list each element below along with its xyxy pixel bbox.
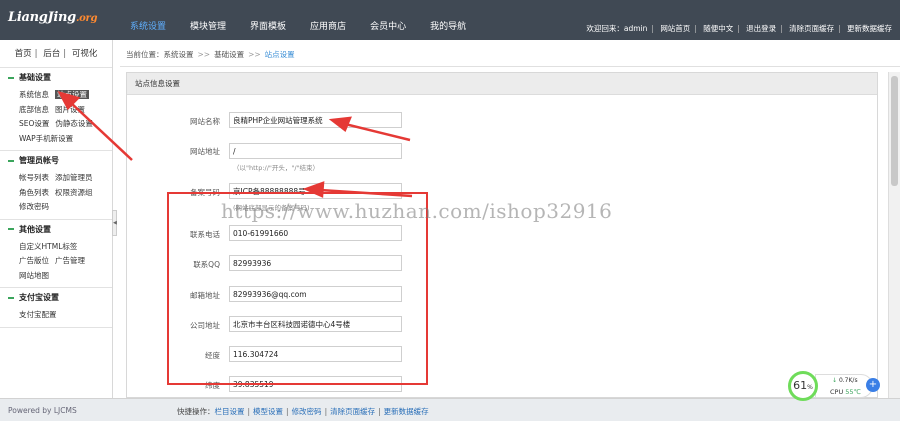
scrollbar[interactable]	[888, 72, 900, 398]
powered-by: Powered by LJCMS	[8, 406, 77, 415]
sidebar-item-image-settings[interactable]: 图片设置	[55, 105, 85, 114]
link-update-data-cache[interactable]: 更新数据缓存	[847, 24, 892, 33]
logo[interactable]: LiangJing.org	[8, 10, 98, 25]
icp-hint: (网站底部显示的备案号码)	[233, 204, 310, 212]
qq-input[interactable]	[229, 255, 402, 271]
nav-tab-member-center[interactable]: 会员中心	[358, 0, 418, 40]
breadcrumb-item[interactable]: 基础设置	[214, 50, 244, 59]
email-label: 邮箱地址	[190, 291, 220, 300]
sidebar-item-system-info[interactable]: 系统信息	[19, 90, 49, 99]
network-speed: ↓ 0.7K/s	[832, 377, 858, 384]
sidebar-group-admin: 管理员帐号 帐号列表 添加管理员 角色列表 权限资源组 修改密码	[0, 151, 112, 220]
system-monitor-widget[interactable]: ↓ 0.7K/s CPU 55℃ 61% +	[788, 371, 884, 401]
monitor-panel: ↓ 0.7K/s CPU 55℃	[815, 374, 873, 398]
qq-label: 联系QQ	[193, 260, 220, 269]
nav-tab-my-nav[interactable]: 我的导航	[418, 0, 478, 40]
sidebar-collapse-handle[interactable]: ◀	[112, 210, 117, 236]
quick-link-backend[interactable]: 后台	[43, 49, 60, 59]
boost-plus-icon[interactable]: +	[866, 378, 880, 392]
sidebar-item-footer-info[interactable]: 底部信息	[19, 105, 49, 114]
site-name-input[interactable]	[229, 112, 402, 128]
breadcrumb-current: 站点设置	[264, 50, 295, 59]
sidebar-item-ad-manage[interactable]: 广告管理	[55, 256, 85, 265]
sidebar-item-permission-groups[interactable]: 权限资源组	[55, 188, 93, 197]
sidebar-item-account-list[interactable]: 帐号列表	[19, 173, 49, 182]
scrollbar-thumb[interactable]	[891, 76, 898, 186]
link-language[interactable]: 随便中文	[703, 24, 733, 33]
breadcrumb-item[interactable]: 系统设置	[164, 50, 194, 59]
sidebar-item-role-list[interactable]: 角色列表	[19, 188, 49, 197]
email-input[interactable]	[229, 286, 402, 302]
footer-op-clear-page-cache[interactable]: 清除页面缓存	[330, 407, 375, 416]
footer-op-model-settings[interactable]: 模型设置	[253, 407, 283, 416]
sidebar-item-seo[interactable]: SEO设置	[19, 119, 49, 128]
collapse-icon	[8, 296, 14, 299]
cpu-temperature: CPU 55℃	[830, 388, 861, 396]
sidebar-item-add-admin[interactable]: 添加管理员	[55, 173, 93, 182]
link-site-home[interactable]: 网站首页	[660, 24, 690, 33]
longitude-input[interactable]	[229, 346, 402, 362]
download-arrow-icon: ↓	[832, 377, 838, 384]
phone-input[interactable]	[229, 225, 402, 241]
sidebar-item-alipay-config[interactable]: 支付宝配置	[19, 310, 57, 319]
nav-tab-app-store[interactable]: 应用商店	[298, 0, 358, 40]
welcome-text: 欢迎回来：admin	[586, 24, 648, 33]
longitude-label: 经度	[205, 351, 220, 360]
sidebar-item-custom-html[interactable]: 自定义HTML标签	[19, 242, 77, 251]
cpu-usage-ring: 61%	[788, 371, 818, 401]
main-nav: 系统设置 模块管理 界面模板 应用商店 会员中心 我的导航	[118, 0, 478, 40]
collapse-icon	[8, 76, 14, 79]
quick-link-visual[interactable]: 可视化	[72, 49, 98, 59]
sidebar-item-site-settings[interactable]: 站点设置	[55, 90, 89, 99]
collapse-icon	[8, 228, 14, 230]
site-name-label: 网站名称	[190, 117, 220, 126]
footer-quick-ops: 快捷操作：栏目设置 | 模型设置 | 修改密码 | 清除页面缓存 | 更新数据缓存	[177, 407, 429, 416]
sidebar-item-rewrite[interactable]: 伪静态设置	[55, 119, 93, 128]
link-logout[interactable]: 退出登录	[746, 24, 776, 33]
top-bar: LiangJing.org 系统设置 模块管理 界面模板 应用商店 会员中心 我…	[0, 0, 900, 40]
nav-tab-modules[interactable]: 模块管理	[178, 0, 238, 40]
sidebar: 首页 | 后台 | 可视化 基础设置 系统信息 站点设置 底部信息 图片设置 SEO设置…	[0, 40, 113, 398]
site-url-input[interactable]	[229, 143, 402, 159]
sidebar-group-title[interactable]: 基础设置	[0, 68, 112, 88]
icp-input[interactable]	[229, 183, 402, 199]
sidebar-group-basic: 基础设置 系统信息 站点设置 底部信息 图片设置 SEO设置 伪静态设置 WAP手机新…	[0, 68, 112, 151]
phone-label: 联系电话	[190, 230, 220, 239]
panel-title: 站点信息设置	[127, 73, 877, 95]
footer-op-update-data-cache[interactable]: 更新数据缓存	[384, 407, 429, 416]
address-input[interactable]	[229, 316, 402, 332]
footer-op-change-password[interactable]: 修改密码	[292, 407, 322, 416]
top-links: 欢迎回来：admin | 网站首页 | 随便中文 | 退出登录 | 清除页面缓存 | 更新…	[586, 24, 892, 33]
nav-tab-system-settings[interactable]: 系统设置	[118, 0, 178, 40]
sidebar-item-change-password[interactable]: 修改密码	[19, 202, 49, 211]
sidebar-item-sitemap[interactable]: 网站地图	[19, 271, 49, 280]
sidebar-item-wap[interactable]: WAP手机新设置	[19, 134, 73, 143]
latitude-label: 纬度	[205, 381, 220, 390]
collapse-icon	[8, 159, 14, 162]
footer-op-column-settings[interactable]: 栏目设置	[215, 407, 245, 416]
sidebar-group-title[interactable]: 支付宝设置	[0, 288, 112, 308]
footer: Powered by LJCMS 快捷操作：栏目设置 | 模型设置 | 修改密码 | 清除页…	[0, 398, 900, 421]
nav-tab-templates[interactable]: 界面模板	[238, 0, 298, 40]
breadcrumb: 当前位置：系统设置 >> 基础设置 >> 站点设置	[126, 50, 295, 59]
sidebar-group-title[interactable]: 其他设置	[0, 220, 112, 240]
sidebar-group-other: 其他设置 自定义HTML标签 广告版位 广告管理 网站地图	[0, 220, 112, 288]
sidebar-group-title[interactable]: 管理员帐号	[0, 151, 112, 171]
divider	[120, 66, 900, 67]
site-url-hint: （以"http://"开头，"/"结束）	[233, 164, 320, 172]
sidebar-item-ad-slots[interactable]: 广告版位	[19, 256, 49, 265]
quick-link-home[interactable]: 首页	[15, 49, 32, 59]
sidebar-quick-links: 首页 | 后台 | 可视化	[0, 40, 112, 68]
site-url-label: 网站地址	[190, 147, 220, 156]
icp-label: 备案号码	[190, 188, 220, 197]
latitude-input[interactable]	[229, 376, 402, 392]
sidebar-group-alipay: 支付宝设置 支付宝配置	[0, 288, 112, 328]
link-clear-page-cache[interactable]: 清除页面缓存	[789, 24, 834, 33]
address-label: 公司地址	[190, 321, 220, 330]
